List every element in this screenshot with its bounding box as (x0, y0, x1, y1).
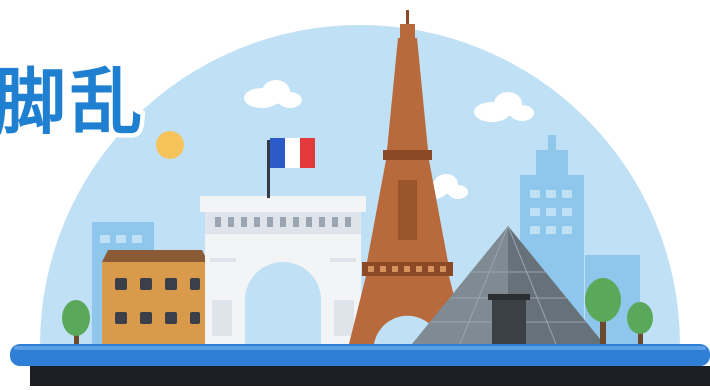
orange-building (102, 250, 208, 344)
paris-skyline-illustration (10, 10, 710, 386)
ground-shadow (30, 366, 710, 386)
ground-highlight (14, 346, 706, 350)
headline-text: 脚乱 (0, 60, 147, 144)
sun-icon (156, 131, 184, 159)
